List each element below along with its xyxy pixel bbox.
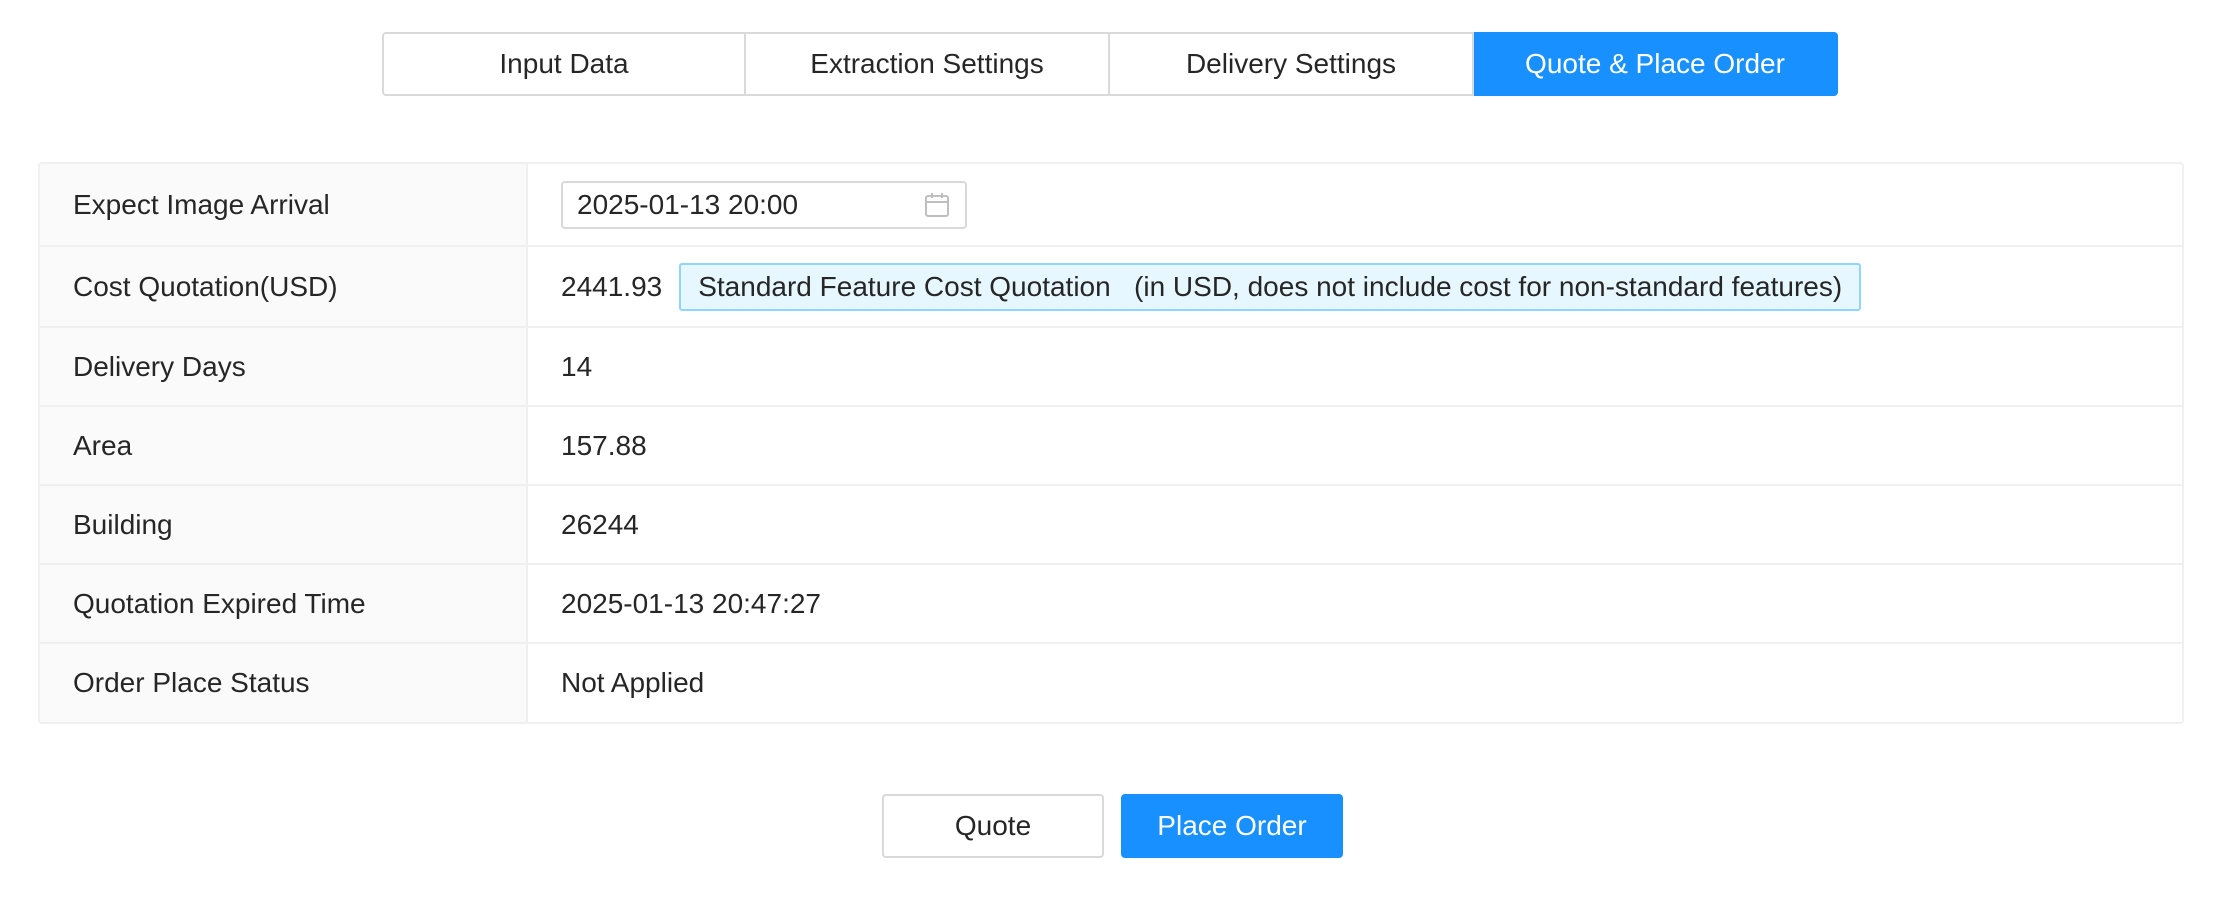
- row-label: Quotation Expired Time: [40, 565, 528, 642]
- row-label: Cost Quotation(USD): [40, 247, 528, 326]
- order-details-table: Expect Image Arrival 2025-01-13 20:00 Co…: [38, 162, 2184, 724]
- row-label: Order Place Status: [40, 644, 528, 722]
- row-label: Delivery Days: [40, 328, 528, 405]
- expect-image-arrival-picker[interactable]: 2025-01-13 20:00: [561, 180, 967, 229]
- area-value: 157.88: [561, 429, 647, 461]
- row-label: Area: [40, 407, 528, 484]
- row-value: 2441.93 Standard Feature Cost Quotation …: [528, 247, 2182, 326]
- table-row-area: Area 157.88: [40, 407, 2182, 486]
- table-row-order-place-status: Order Place Status Not Applied: [40, 644, 2182, 722]
- step-tabs: Input Data Extraction Settings Delivery …: [382, 32, 1838, 96]
- date-picker-value: 2025-01-13 20:00: [577, 188, 799, 220]
- cost-quotation-value: 2441.93: [561, 270, 663, 302]
- tab-extraction-settings[interactable]: Extraction Settings: [746, 32, 1110, 96]
- building-value: 26244: [561, 508, 639, 540]
- delivery-days-value: 14: [561, 350, 593, 382]
- table-row-building: Building 26244: [40, 486, 2182, 565]
- calendar-icon[interactable]: [923, 191, 951, 219]
- table-row-delivery-days: Delivery Days 14: [40, 328, 2182, 407]
- quotation-expired-time-value: 2025-01-13 20:47:27: [561, 587, 821, 619]
- row-label: Expect Image Arrival: [40, 164, 528, 245]
- table-row-cost-quotation: Cost Quotation(USD) 2441.93 Standard Fea…: [40, 247, 2182, 328]
- order-place-status-value: Not Applied: [561, 667, 705, 698]
- row-label: Building: [40, 486, 528, 563]
- place-order-button[interactable]: Place Order: [1121, 794, 1343, 858]
- tab-input-data[interactable]: Input Data: [382, 32, 746, 96]
- tab-quote-place-order[interactable]: Quote & Place Order: [1474, 32, 1838, 96]
- tab-delivery-settings[interactable]: Delivery Settings: [1110, 32, 1474, 96]
- cost-quotation-tag: Standard Feature Cost Quotation (in USD,…: [679, 262, 1862, 311]
- quote-button[interactable]: Quote: [882, 794, 1104, 858]
- row-value: 2025-01-13 20:00: [528, 164, 2182, 245]
- table-row-expect-image-arrival: Expect Image Arrival 2025-01-13 20:00: [40, 164, 2182, 247]
- table-row-quotation-expired-time: Quotation Expired Time 2025-01-13 20:47:…: [40, 565, 2182, 644]
